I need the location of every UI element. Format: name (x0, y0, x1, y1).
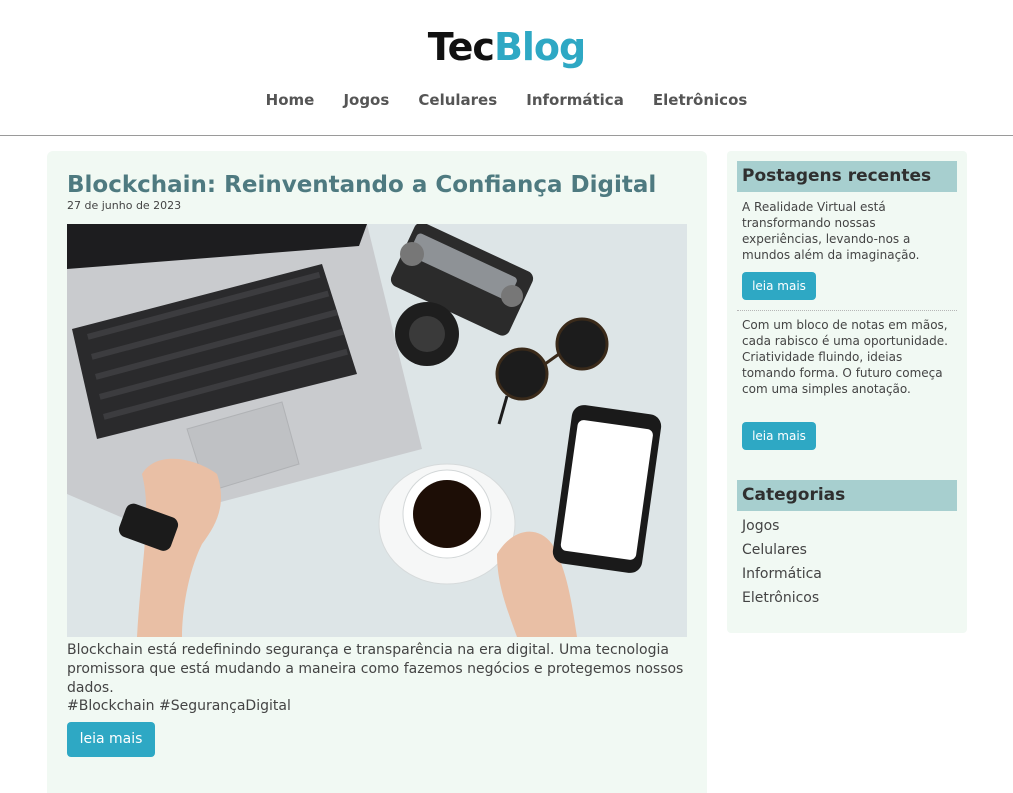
desk-photo (67, 224, 687, 637)
coffee-cup-illustration (378, 463, 516, 585)
nav-home[interactable]: Home (266, 91, 315, 109)
site-logo[interactable]: TecBlog (0, 25, 1013, 69)
nav-jogos[interactable]: Jogos (343, 91, 389, 109)
post-tags: #Blockchain #SegurançaDigital (67, 698, 291, 714)
recent-post-excerpt: Com um bloco de notas em mãos, cada rabi… (742, 318, 948, 396)
post-date: 27 de junho de 2023 (67, 199, 182, 212)
recent-post-divider (737, 310, 957, 311)
nav-informatica[interactable]: Informática (526, 91, 624, 109)
categories-heading: Categorias (737, 480, 957, 511)
sidebar: Postagens recentes A Realidade Virtual e… (727, 151, 967, 633)
recent-post-read-more-button[interactable]: leia mais (742, 422, 816, 450)
read-more-button[interactable]: leia mais (67, 722, 155, 757)
category-informatica[interactable]: Informática (742, 566, 822, 582)
main-nav: Home Jogos Celulares Informática Eletrôn… (0, 90, 1013, 109)
recent-posts-heading: Postagens recentes (737, 161, 957, 192)
site-header: TecBlog Home Jogos Celulares Informática… (0, 0, 1013, 136)
logo-tec: Tec (427, 25, 495, 69)
recent-post-excerpt: A Realidade Virtual está transformando n… (742, 200, 920, 262)
category-jogos[interactable]: Jogos (742, 518, 779, 534)
post-image (67, 224, 687, 637)
post-card: Blockchain: Reinventando a Confiança Dig… (47, 151, 707, 793)
recent-post-read-more-button[interactable]: leia mais (742, 272, 816, 300)
nav-eletronicos[interactable]: Eletrônicos (653, 91, 747, 109)
logo-blog: Blog (493, 25, 586, 69)
category-eletronicos[interactable]: Eletrônicos (742, 590, 819, 606)
nav-celulares[interactable]: Celulares (418, 91, 497, 109)
category-celulares[interactable]: Celulares (742, 542, 807, 558)
post-title[interactable]: Blockchain: Reinventando a Confiança Dig… (67, 172, 656, 198)
post-excerpt: Blockchain está redefinindo segurança e … (67, 642, 684, 696)
